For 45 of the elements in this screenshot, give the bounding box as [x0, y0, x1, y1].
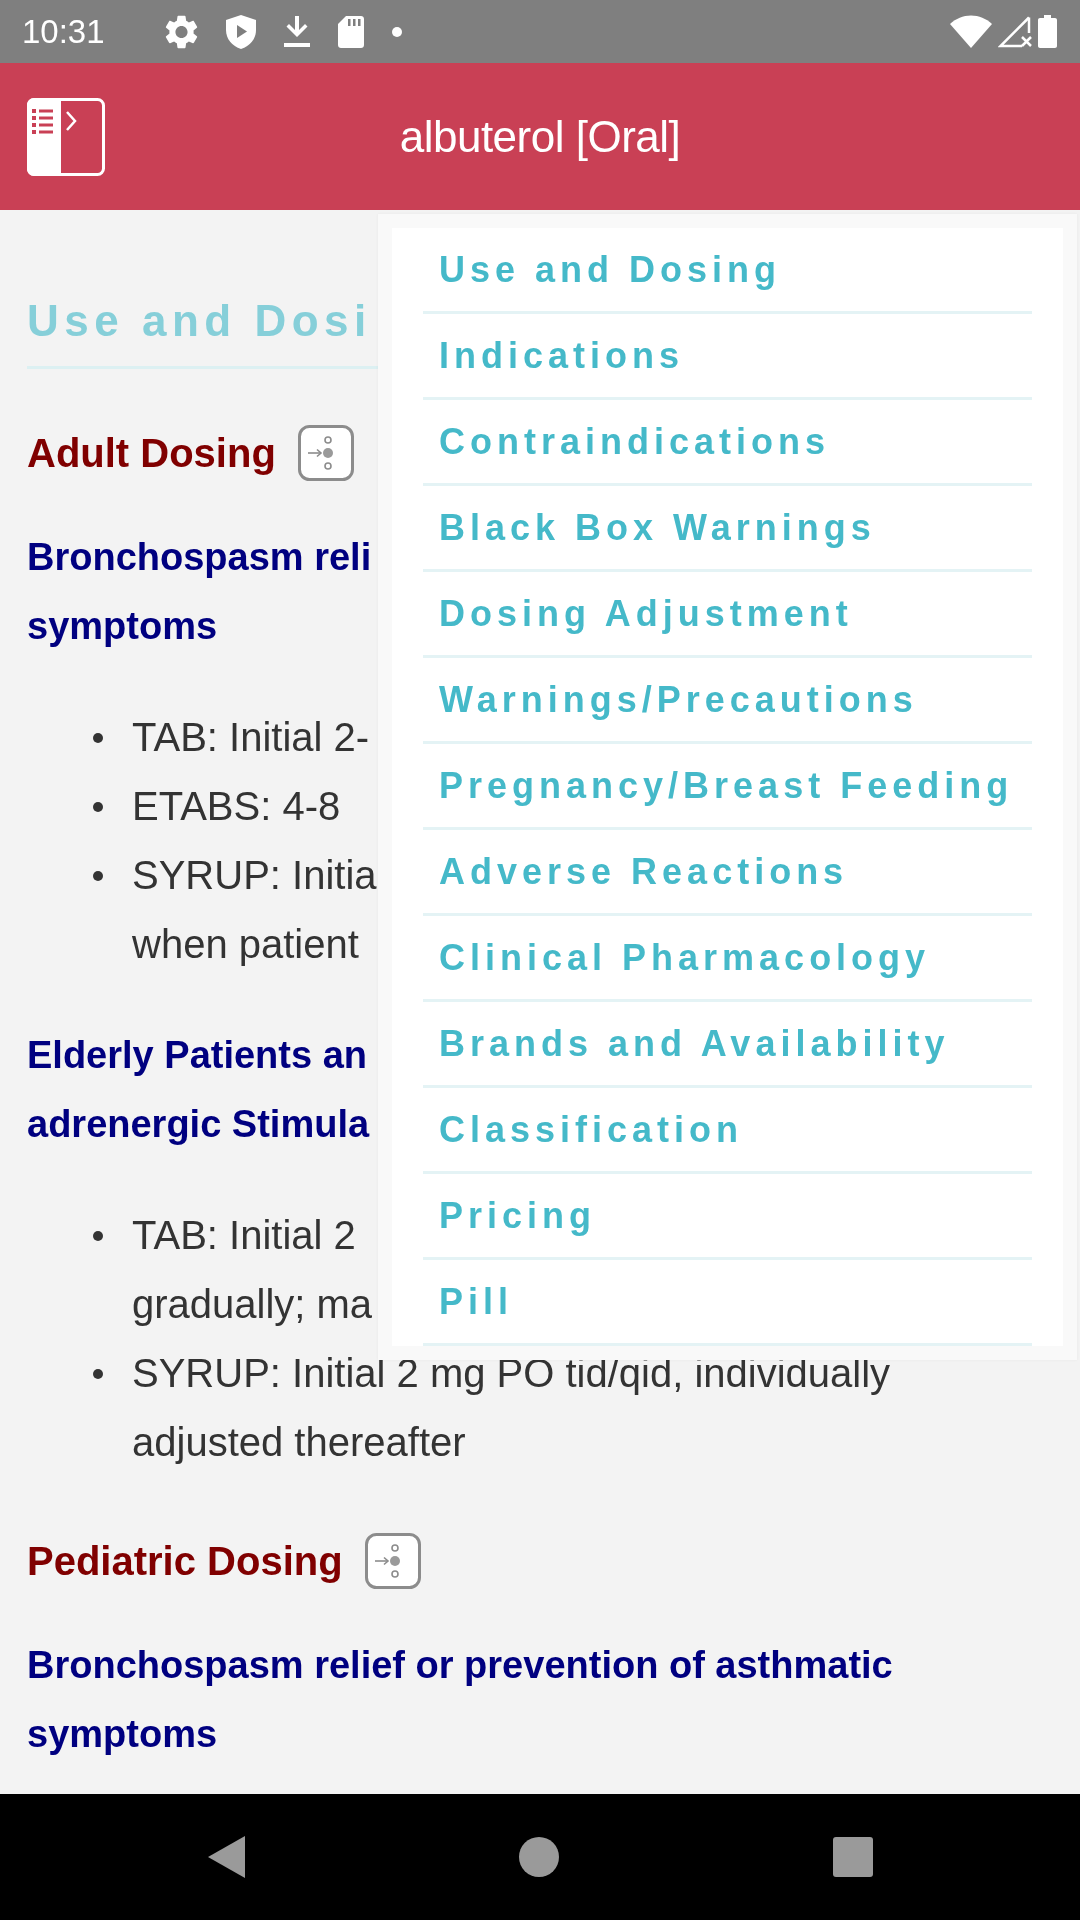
- dosing-text: SYRUP: Initia when patient: [132, 853, 377, 966]
- menu-item[interactable]: Pill: [423, 1260, 1032, 1346]
- settings-icon: [164, 14, 198, 49]
- menu-item[interactable]: Warnings/Precautions: [423, 658, 1032, 744]
- menu-item[interactable]: Contraindications: [423, 400, 1032, 486]
- menu-item[interactable]: Clinical Pharmacology: [423, 916, 1032, 1002]
- arrow-dots-icon[interactable]: [297, 425, 354, 481]
- bullet-icon: [93, 1369, 103, 1379]
- bullet-icon: [93, 733, 103, 743]
- menu-item[interactable]: Use and Dosing: [423, 228, 1032, 314]
- wifi-icon: [950, 15, 992, 48]
- dosing-text: ETABS: 4-8: [132, 784, 341, 828]
- dosing-group-title: Pediatric Dosing: [27, 1538, 343, 1584]
- sd-card-icon: [337, 15, 364, 48]
- menu-item[interactable]: Pricing: [423, 1174, 1032, 1260]
- menu-item[interactable]: Pregnancy/Breast Feeding: [423, 744, 1032, 830]
- section-title: Use and Dosi: [27, 295, 372, 347]
- indication-heading: Bronchospasm relief or prevention of asthmatic symptoms: [27, 1643, 893, 1757]
- menu-item[interactable]: Indications: [423, 314, 1032, 400]
- indication-heading: Bronchospasm reli symptoms: [27, 535, 372, 649]
- bullet-icon: [93, 871, 103, 881]
- sidebar-list-icon[interactable]: [27, 97, 105, 176]
- dosing-group-title: Adult Dosing: [27, 430, 276, 476]
- shield-play-icon: [225, 14, 256, 49]
- dosing-text: TAB: Initial 2 gradually; ma: [132, 1213, 373, 1326]
- page-title: albuterol [Oral]: [399, 111, 681, 162]
- battery-icon: [1038, 15, 1057, 48]
- menu-item[interactable]: Dosing Adjustment: [423, 572, 1032, 658]
- indication-heading: Elderly Patients an adrenergic Stimula: [27, 1033, 370, 1147]
- menu-item[interactable]: Brands and Availability: [423, 1002, 1032, 1088]
- menu-item[interactable]: Classification: [423, 1088, 1032, 1174]
- menu-item[interactable]: Adverse Reactions: [423, 830, 1032, 916]
- cellular-signal-icon: [998, 15, 1032, 48]
- clock-time: 10:31: [22, 15, 105, 48]
- bullet-icon: [93, 802, 103, 812]
- dosing-text: TAB: Initial 2-: [132, 715, 370, 759]
- dosing-text: SYRUP: Initial 2 mg PO tid/qid, individually adjusted thereafter: [132, 1351, 891, 1464]
- recents-icon[interactable]: [832, 1837, 873, 1877]
- home-icon[interactable]: [518, 1837, 559, 1877]
- notification-dot-icon: [391, 26, 402, 37]
- download-icon: [283, 16, 310, 47]
- arrow-dots-icon[interactable]: [364, 1533, 421, 1589]
- bullet-icon: [93, 1231, 103, 1241]
- back-icon[interactable]: [207, 1836, 245, 1878]
- menu-item[interactable]: Black Box Warnings: [423, 486, 1032, 572]
